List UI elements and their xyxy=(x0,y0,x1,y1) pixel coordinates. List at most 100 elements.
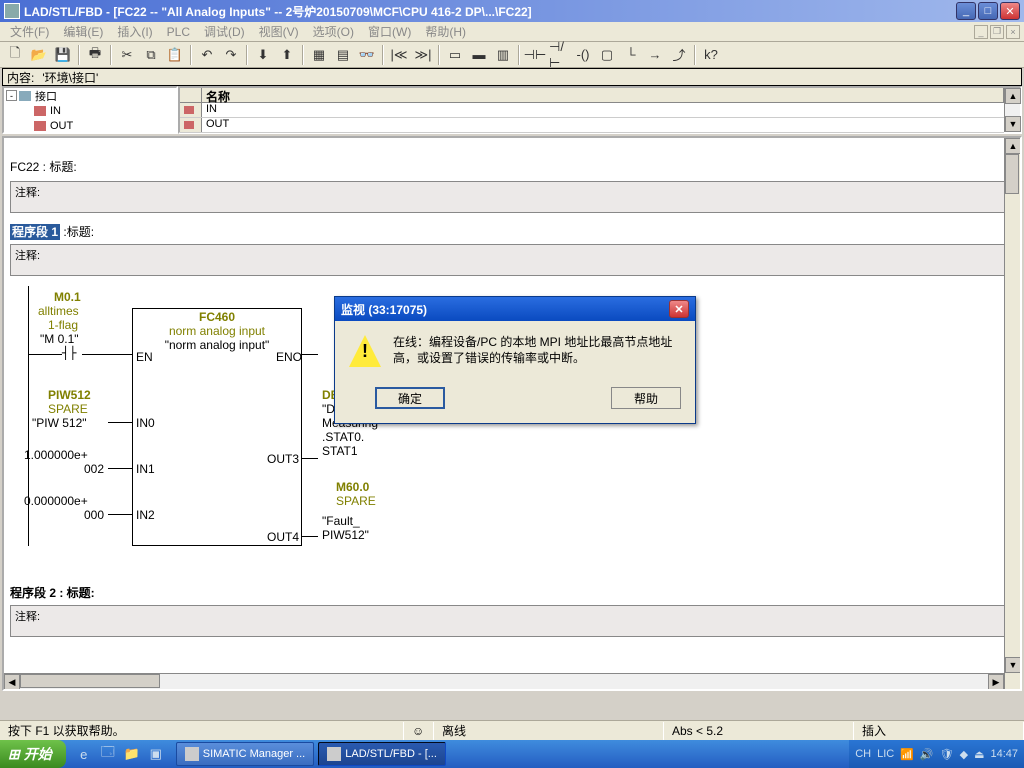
interface-tree[interactable]: - 接口 IN OUT xyxy=(2,86,178,134)
dialog-help-button[interactable]: 帮助 xyxy=(611,387,681,409)
tray-lic-icon[interactable]: LIC xyxy=(877,748,894,760)
tray-av-icon[interactable]: ◆ xyxy=(960,748,968,761)
copy-icon[interactable]: ⧉ xyxy=(140,44,162,66)
tree-root[interactable]: 接口 xyxy=(35,88,57,104)
fbd-fc460: FC460 xyxy=(132,310,302,324)
mdi-minimize-button[interactable]: _ xyxy=(974,25,988,39)
fbd-v1: 1.000000e+ xyxy=(24,448,88,462)
download-icon[interactable]: ⬇ xyxy=(252,44,274,66)
ql-desktop-icon[interactable]: 🗔 xyxy=(98,744,118,764)
ql-explorer-icon[interactable]: 📁 xyxy=(122,744,142,764)
menu-debug[interactable]: 调试(D) xyxy=(198,21,251,42)
segment-1-comment[interactable]: 注释: xyxy=(10,244,1014,276)
close-button[interactable]: ✕ xyxy=(1000,2,1020,20)
menu-view[interactable]: 视图(V) xyxy=(253,21,305,42)
coil-icon[interactable]: -() xyxy=(572,44,594,66)
fbd-in0: IN0 xyxy=(136,416,155,430)
interface-icon xyxy=(19,91,31,101)
tray-vol-icon[interactable]: 🔊 xyxy=(920,748,934,761)
editor-hscroll[interactable]: ◀ ▶ xyxy=(4,673,1004,689)
redo-icon[interactable]: ↷ xyxy=(220,44,242,66)
go-start-icon[interactable]: |≪ xyxy=(388,44,410,66)
box-icon[interactable]: ▢ xyxy=(596,44,618,66)
editor-scroll-left-icon[interactable]: ◀ xyxy=(4,674,20,690)
segment-1-number[interactable]: 程序段 1 xyxy=(10,224,60,240)
fbd-fault: "Fault_ xyxy=(322,514,360,528)
fbd-in1: IN1 xyxy=(136,462,155,476)
connect-icon[interactable]: → xyxy=(644,44,666,66)
dialog-close-button[interactable]: ✕ xyxy=(669,300,689,318)
system-tray[interactable]: CH LIC 📶 🔊 🛡 ◆ ⏏ 14:47 xyxy=(849,740,1024,768)
status-abs: Abs < 5.2 xyxy=(664,722,854,740)
tree-out[interactable]: OUT xyxy=(50,120,73,132)
editor-hscroll-thumb[interactable] xyxy=(20,674,160,688)
cut-icon[interactable]: ✂ xyxy=(116,44,138,66)
menu-plc[interactable]: PLC xyxy=(161,23,196,41)
tray-shield-icon[interactable]: 🛡 xyxy=(940,748,954,761)
upload-icon[interactable]: ⬆ xyxy=(276,44,298,66)
conn2-icon[interactable]: ⤴ xyxy=(668,44,690,66)
minimize-button[interactable]: _ xyxy=(956,2,976,20)
fbd-flag: 1-flag xyxy=(48,318,78,332)
tree-collapse-icon[interactable]: - xyxy=(6,90,17,101)
view1-icon[interactable]: ▭ xyxy=(444,44,466,66)
new-icon[interactable]: 🗋 xyxy=(4,44,26,66)
editor-scroll-thumb[interactable] xyxy=(1005,154,1019,194)
fbd-piw512b: PIW512" xyxy=(322,528,369,542)
undo-icon[interactable]: ↶ xyxy=(196,44,218,66)
branch-icon[interactable]: └ xyxy=(620,44,642,66)
tray-net-icon[interactable]: 📶 xyxy=(900,748,914,761)
block-icon[interactable]: ▦ xyxy=(308,44,330,66)
maximize-button[interactable]: □ xyxy=(978,2,998,20)
editor-scroll-down-icon[interactable]: ▼ xyxy=(1005,657,1021,673)
segment-2-comment[interactable]: 注释: xyxy=(10,605,1014,637)
dialog-titlebar[interactable]: 监视 (33:17075) ✕ xyxy=(335,297,695,321)
view3-icon[interactable]: ▥ xyxy=(492,44,514,66)
table-vscroll[interactable]: ▲ ▼ xyxy=(1004,88,1020,132)
tbl-row-in[interactable]: IN xyxy=(202,103,1004,117)
in-icon xyxy=(34,106,46,116)
go-end-icon[interactable]: ≫| xyxy=(412,44,434,66)
editor-scroll-up-icon[interactable]: ▲ xyxy=(1005,138,1021,154)
tray-usb-icon[interactable]: ⏏ xyxy=(974,748,984,761)
ql-app-icon[interactable]: ▣ xyxy=(146,744,166,764)
menu-options[interactable]: 选项(O) xyxy=(307,21,360,42)
menu-edit[interactable]: 编辑(E) xyxy=(57,21,109,42)
open-icon[interactable]: 📂 xyxy=(28,44,50,66)
block-comment[interactable]: 注释: xyxy=(10,181,1014,213)
tbl-header-name[interactable]: 名称 xyxy=(202,88,1004,102)
tray-time[interactable]: 14:47 xyxy=(990,748,1018,760)
menu-help[interactable]: 帮助(H) xyxy=(419,21,472,42)
mdi-close-button[interactable]: × xyxy=(1006,25,1020,39)
paste-icon[interactable]: 📋 xyxy=(164,44,186,66)
scroll-up-icon[interactable]: ▲ xyxy=(1005,88,1021,104)
network-icon[interactable]: ▤ xyxy=(332,44,354,66)
fbd-stat0: .STAT0. xyxy=(322,430,364,444)
fbd-out3: OUT3 xyxy=(267,452,299,466)
menu-file[interactable]: 文件(F) xyxy=(4,21,55,42)
status-help: 按下 F1 以获取帮助。 xyxy=(0,722,404,740)
taskbar-task-simatic[interactable]: SIMATIC Manager ... xyxy=(176,742,315,766)
contact-close-icon[interactable]: ⊣/⊢ xyxy=(548,44,570,66)
save-icon[interactable]: 💾 xyxy=(52,44,74,66)
tree-in[interactable]: IN xyxy=(50,105,61,117)
tray-lang[interactable]: CH xyxy=(855,748,871,760)
pathbar: 内容: '环境\接口' xyxy=(2,68,1022,86)
segment-2-title[interactable]: 程序段 2 : 标题: xyxy=(10,584,1014,601)
scroll-down-icon[interactable]: ▼ xyxy=(1005,116,1021,132)
print-icon[interactable]: 🖶 xyxy=(84,44,106,66)
dialog-ok-button[interactable]: 确定 xyxy=(375,387,445,409)
menu-insert[interactable]: 插入(I) xyxy=(111,21,158,42)
editor-vscroll[interactable]: ▲ ▼ xyxy=(1004,138,1020,689)
menu-window[interactable]: 窗口(W) xyxy=(362,21,417,42)
monitor-icon[interactable]: 👓 xyxy=(356,44,378,66)
help-icon[interactable]: k? xyxy=(700,44,722,66)
editor-scroll-right-icon[interactable]: ▶ xyxy=(988,674,1004,690)
tbl-row-out[interactable]: OUT xyxy=(202,118,1004,132)
mdi-restore-button[interactable]: ❐ xyxy=(990,25,1004,39)
contact-open-icon[interactable]: ⊣⊢ xyxy=(524,44,546,66)
start-button[interactable]: ⊞开始 xyxy=(0,740,66,768)
ql-ie-icon[interactable]: e xyxy=(74,744,94,764)
taskbar-task-lad[interactable]: LAD/STL/FBD - [... xyxy=(318,742,446,766)
view2-icon[interactable]: ▬ xyxy=(468,44,490,66)
